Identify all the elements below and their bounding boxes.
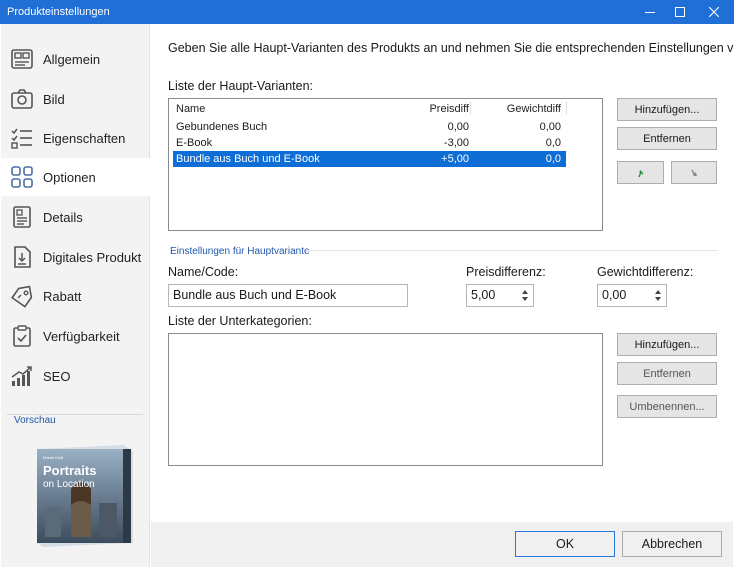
rename-subcategory-button[interactable]: Umbenennen... [617, 395, 717, 418]
sidebar-item-label: Allgemein [43, 52, 101, 67]
sidebar-item-verfuegbarkeit[interactable]: Verfügbarkeit [1, 317, 150, 355]
table-row[interactable]: Gebundenes Buch 0,00 0,00 [173, 119, 566, 135]
col-header-gewichtdiff: Gewichtdiff [506, 103, 561, 115]
clipboard-check-icon [13, 325, 31, 347]
subcategories-label: Liste der Unterkategorien: [168, 314, 312, 328]
weight-diff-input[interactable]: 0,00 [597, 284, 667, 307]
sidebar-item-allgemein[interactable]: Allgemein [1, 40, 150, 78]
section-title: Einstellungen für Hauptvariante [170, 246, 310, 257]
variants-label: Liste der Haupt-Varianten: [168, 79, 313, 93]
cell-name: Gebundenes Buch [176, 121, 268, 133]
price-diff-value: 5,00 [471, 288, 496, 302]
sidebar-item-digitales-produkt[interactable]: Digitales Produkt [1, 238, 150, 276]
grid-icon [11, 166, 33, 188]
cell-gewichtdiff: 0,0 [545, 153, 561, 165]
sidebar-item-label: Eigenschaften [43, 131, 126, 146]
sidebar-item-label: Bild [43, 92, 65, 107]
cancel-button[interactable]: Abbrechen [622, 531, 722, 557]
checklist-icon [11, 128, 32, 149]
sidebar: Allgemein Bild Eigenschaften Optionen De… [1, 24, 150, 567]
window-title: Produkteinstellungen [7, 6, 110, 18]
maximize-icon [675, 7, 685, 17]
weight-spinner[interactable] [652, 286, 665, 305]
close-button[interactable] [697, 0, 731, 24]
sidebar-item-seo[interactable]: SEO [1, 357, 150, 395]
remove-variant-button[interactable]: Entfernen [617, 127, 717, 150]
sidebar-item-eigenschaften[interactable]: Eigenschaften [1, 119, 150, 157]
minimize-button[interactable] [633, 0, 667, 24]
variants-list[interactable]: Name Preisdiff Gewichtdiff Gebundenes Bu… [168, 98, 603, 231]
price-diff-input[interactable]: 5,00 [466, 284, 534, 307]
move-down-button[interactable] [671, 161, 717, 184]
preview-label: Vorschau [14, 415, 56, 426]
move-up-button[interactable] [617, 161, 664, 184]
main-panel: Geben Sie alle Haupt-Varianten des Produ… [151, 24, 734, 567]
sidebar-item-label: Digitales Produkt [43, 250, 142, 265]
sidebar-item-details[interactable]: Details [1, 198, 150, 236]
sidebar-item-label: Rabatt [43, 289, 82, 304]
preview-book-title-1: Portraits [43, 463, 96, 478]
column-divider [470, 101, 471, 115]
cell-preisdiff: 0,00 [447, 121, 469, 133]
price-spinner[interactable] [519, 286, 532, 305]
arrow-down-icon [691, 169, 697, 176]
camera-icon [11, 89, 33, 109]
sidebar-item-label: Details [43, 210, 83, 225]
cell-preisdiff: +5,00 [441, 153, 469, 165]
cell-gewichtdiff: 0,00 [539, 121, 561, 133]
sidebar-item-rabatt[interactable]: Rabatt [1, 277, 150, 315]
title-bar: Produkteinstellungen [0, 0, 734, 24]
preview-book-title-2: on Location [43, 479, 95, 490]
cell-gewichtdiff: 0,0 [545, 137, 561, 149]
column-divider [566, 101, 567, 115]
arrow-up-icon [637, 169, 643, 177]
price-label: Preisdifferenz: [466, 265, 546, 279]
cell-name: E-Book [176, 137, 213, 149]
spin-up-icon[interactable] [655, 290, 661, 294]
spin-up-icon[interactable] [522, 290, 528, 294]
document-icon [13, 206, 31, 228]
sidebar-item-label: Verfügbarkeit [43, 329, 120, 344]
name-code-input[interactable]: Bundle aus Buch und E-Book [168, 284, 408, 307]
tag-icon [11, 285, 33, 308]
sidebar-item-optionen[interactable]: Optionen [1, 158, 150, 196]
cell-name: Bundle aus Buch und E-Book [176, 153, 320, 165]
layout-icon [11, 49, 33, 69]
intro-text: Geben Sie alle Haupt-Varianten des Produ… [168, 41, 734, 55]
add-variant-button[interactable]: Hinzufügen... [617, 98, 717, 121]
cell-preisdiff: -3,00 [443, 137, 469, 149]
variants-header: Name Preisdiff Gewichtdiff [173, 101, 566, 117]
sidebar-item-label: Optionen [43, 170, 96, 185]
minimize-icon [645, 12, 655, 13]
remove-subcategory-button[interactable]: Entfernen [617, 362, 717, 385]
spin-down-icon[interactable] [522, 297, 528, 301]
sidebar-item-label: SEO [43, 369, 71, 384]
col-header-preisdiff: Preisdiff [429, 103, 469, 115]
table-row[interactable]: E-Book -3,00 0,0 [173, 135, 566, 151]
sidebar-item-bild[interactable]: Bild [1, 80, 150, 118]
add-subcategory-button[interactable]: Hinzufügen... [617, 333, 717, 356]
spin-down-icon[interactable] [655, 297, 661, 301]
table-row-selected[interactable]: Bundle aus Buch und E-Book +5,00 0,0 [173, 151, 566, 167]
col-header-name: Name [176, 103, 206, 115]
preview-book-image: Martin Krüll Portraits on Location [37, 445, 133, 547]
bar-chart-icon [11, 366, 32, 386]
dialog-footer: OK Abbrechen [151, 522, 733, 567]
weight-diff-value: 0,00 [602, 288, 627, 302]
section-divider [306, 250, 718, 251]
close-icon [709, 7, 719, 17]
ok-button[interactable]: OK [515, 531, 615, 557]
download-file-icon [14, 246, 31, 268]
weight-label: Gewichtdifferenz: [597, 265, 694, 279]
svg-text:Martin Krüll: Martin Krüll [43, 455, 63, 460]
maximize-button[interactable] [663, 0, 697, 24]
name-label: Name/Code: [168, 265, 239, 279]
subcategories-list[interactable] [168, 333, 603, 466]
